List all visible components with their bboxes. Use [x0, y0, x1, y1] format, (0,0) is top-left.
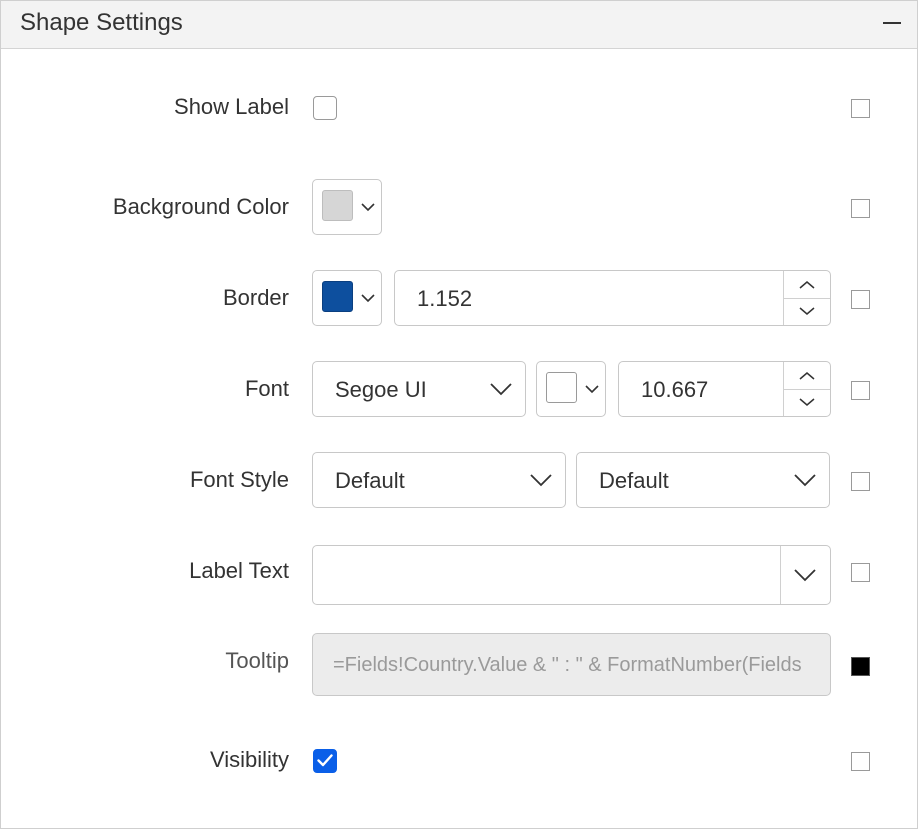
font-weight-value: Default — [599, 468, 669, 493]
chevron-down-icon — [361, 203, 375, 212]
chevron-down-icon[interactable] — [799, 397, 815, 407]
font-color-picker[interactable] — [536, 361, 606, 417]
border-label: Border — [222, 285, 289, 310]
visibility-label: Visibility — [209, 747, 289, 772]
checkmark-icon — [317, 754, 333, 767]
font-weight-dropdown[interactable]: Default — [576, 452, 830, 508]
label-text-label: Label Text — [189, 558, 289, 583]
background-color-label: Background Color — [112, 194, 289, 219]
border-width-numeric-input[interactable]: 1.152 — [394, 270, 831, 326]
chevron-up-icon[interactable] — [799, 371, 815, 381]
tooltip-value: =Fields!Country.Value & " : " & FormatNu… — [333, 654, 802, 676]
background-color-picker[interactable] — [312, 179, 382, 235]
chevron-down-icon — [794, 569, 816, 582]
chevron-down-icon — [490, 383, 512, 396]
shape-settings-panel: Shape Settings Show Label Background Col… — [0, 0, 918, 829]
visibility-checkbox[interactable] — [313, 749, 337, 773]
font-style-value: Default — [335, 468, 405, 493]
font-label: Font — [244, 376, 289, 401]
font-size-numeric-input[interactable]: 10.667 — [618, 361, 831, 417]
font-style-label: Font Style — [189, 467, 289, 492]
tooltip-expression-box[interactable] — [851, 657, 870, 676]
border-color-swatch — [322, 281, 353, 312]
border-width-spinner[interactable] — [783, 271, 830, 325]
show-label-label: Show Label — [174, 94, 289, 119]
border-width-value: 1.152 — [417, 286, 473, 311]
font-family-value: Segoe UI — [335, 377, 427, 402]
font-style-expression-box[interactable] — [851, 472, 870, 491]
border-expression-box[interactable] — [851, 290, 870, 309]
visibility-expression-box[interactable] — [851, 752, 870, 771]
font-size-value: 10.667 — [641, 377, 709, 402]
chevron-up-icon[interactable] — [799, 280, 815, 290]
chevron-down-icon — [361, 294, 375, 303]
show-label-expression-box[interactable] — [851, 99, 870, 118]
label-text-expression-box[interactable] — [851, 563, 870, 582]
background-color-expression-box[interactable] — [851, 199, 870, 218]
chevron-down-icon — [794, 474, 816, 487]
panel-title: Shape Settings — [20, 9, 183, 36]
font-expression-box[interactable] — [851, 381, 870, 400]
show-label-checkbox[interactable] — [313, 96, 337, 120]
font-color-swatch — [546, 372, 577, 403]
panel-header[interactable]: Shape Settings — [1, 1, 917, 49]
tooltip-label: Tooltip — [225, 648, 289, 673]
chevron-down-icon — [585, 385, 599, 394]
label-text-combobox[interactable] — [312, 545, 831, 605]
label-text-dropdown-button[interactable] — [780, 546, 830, 604]
minus-icon[interactable] — [883, 22, 901, 24]
chevron-down-icon — [530, 474, 552, 487]
border-color-picker[interactable] — [312, 270, 382, 326]
tooltip-expression-field[interactable]: =Fields!Country.Value & " : " & FormatNu… — [312, 633, 831, 696]
background-color-swatch — [322, 190, 353, 221]
font-style-dropdown[interactable]: Default — [312, 452, 566, 508]
font-family-dropdown[interactable]: Segoe UI — [312, 361, 526, 417]
font-size-spinner[interactable] — [783, 362, 830, 416]
chevron-down-icon[interactable] — [799, 306, 815, 316]
